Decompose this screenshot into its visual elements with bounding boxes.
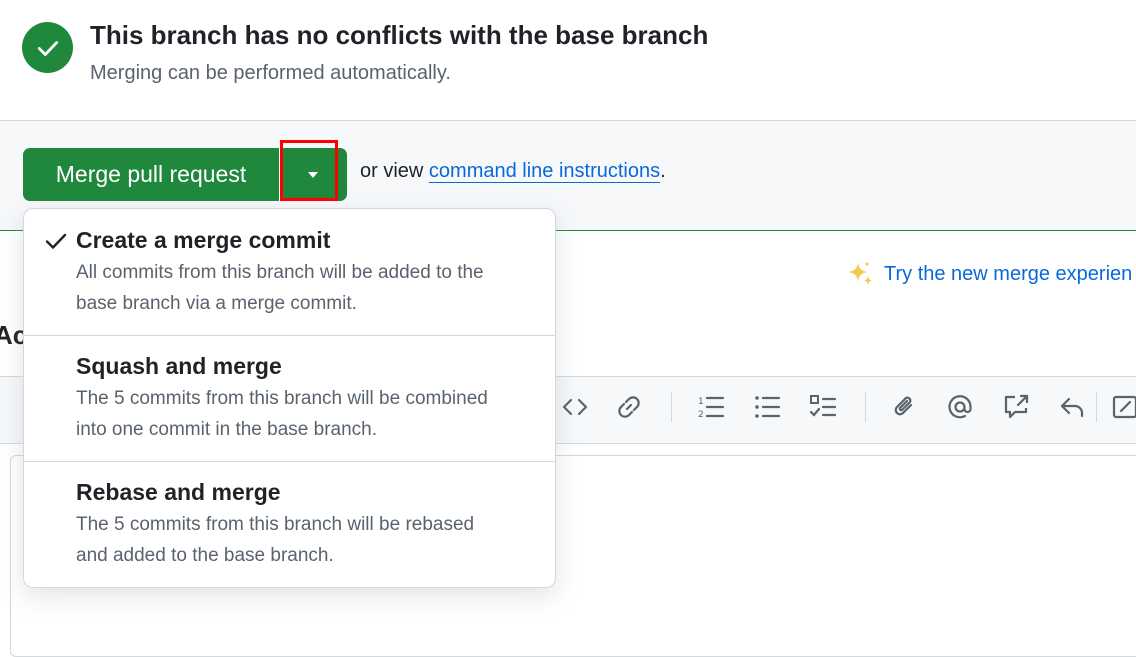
ordered-list-icon[interactable]: 12	[697, 393, 725, 421]
option-description: All commits from this branch will be add…	[76, 257, 536, 319]
option-description: The 5 commits from this branch will be r…	[76, 509, 536, 571]
try-new-label: Try the new merge experien	[884, 262, 1133, 285]
cross-reference-icon[interactable]	[1002, 393, 1030, 421]
try-new-merge-experience-link[interactable]: Try the new merge experien	[846, 260, 1132, 288]
option-description-line: The 5 commits from this branch will be r…	[76, 514, 475, 535]
merge-status-section: This branch has no conflicts with the ba…	[0, 0, 1136, 120]
svg-text:2: 2	[698, 410, 704, 420]
option-description-line: All commits from this branch will be add…	[76, 262, 484, 283]
merge-method-dropdown-toggle[interactable]	[280, 148, 347, 201]
mention-icon[interactable]	[946, 393, 974, 421]
period-text: .	[660, 160, 666, 182]
toolbar-divider	[1096, 392, 1097, 422]
code-icon[interactable]	[561, 393, 589, 421]
merge-option-squash-and-merge[interactable]: Squash and merge The 5 commits from this…	[24, 336, 555, 462]
option-title: Squash and merge	[76, 353, 282, 379]
command-line-instructions-link[interactable]: command line instructions	[429, 160, 660, 182]
toolbar-divider	[671, 392, 672, 422]
triangle-down-icon	[308, 171, 318, 178]
merge-option-rebase-and-merge[interactable]: Rebase and merge The 5 commits from this…	[24, 462, 555, 587]
check-icon	[37, 40, 58, 56]
merge-option-create-merge-commit[interactable]: Create a merge commit All commits from t…	[24, 209, 555, 336]
option-description-line: base branch via a merge commit.	[76, 293, 357, 314]
svg-text:1: 1	[698, 397, 704, 407]
fullscreen-icon[interactable]	[1112, 393, 1136, 421]
option-description-line: into one commit in the base branch.	[76, 419, 378, 440]
or-view-text: or view	[360, 160, 429, 182]
toolbar-divider	[865, 392, 866, 422]
merge-method-menu: Create a merge commit All commits from t…	[23, 208, 556, 588]
sparkles-icon	[848, 261, 872, 285]
attach-icon[interactable]	[891, 393, 919, 421]
status-title: This branch has no conflicts with the ba…	[90, 20, 709, 50]
unordered-list-icon[interactable]	[753, 393, 781, 421]
option-description: The 5 commits from this branch will be c…	[76, 383, 536, 445]
status-check-badge	[22, 22, 73, 73]
option-title: Rebase and merge	[76, 479, 281, 505]
command-line-hint: or view command line instructions.	[360, 160, 666, 183]
reply-icon[interactable]	[1058, 393, 1086, 421]
status-subtitle: Merging can be performed automatically.	[90, 62, 451, 84]
option-title: Create a merge commit	[76, 227, 331, 253]
option-description-line: and added to the base branch.	[76, 545, 334, 566]
link-icon[interactable]	[615, 393, 643, 421]
check-icon	[45, 233, 67, 249]
option-description-line: The 5 commits from this branch will be c…	[76, 388, 488, 409]
merge-pull-request-button[interactable]: Merge pull request	[23, 148, 279, 201]
task-list-icon[interactable]	[809, 393, 837, 421]
